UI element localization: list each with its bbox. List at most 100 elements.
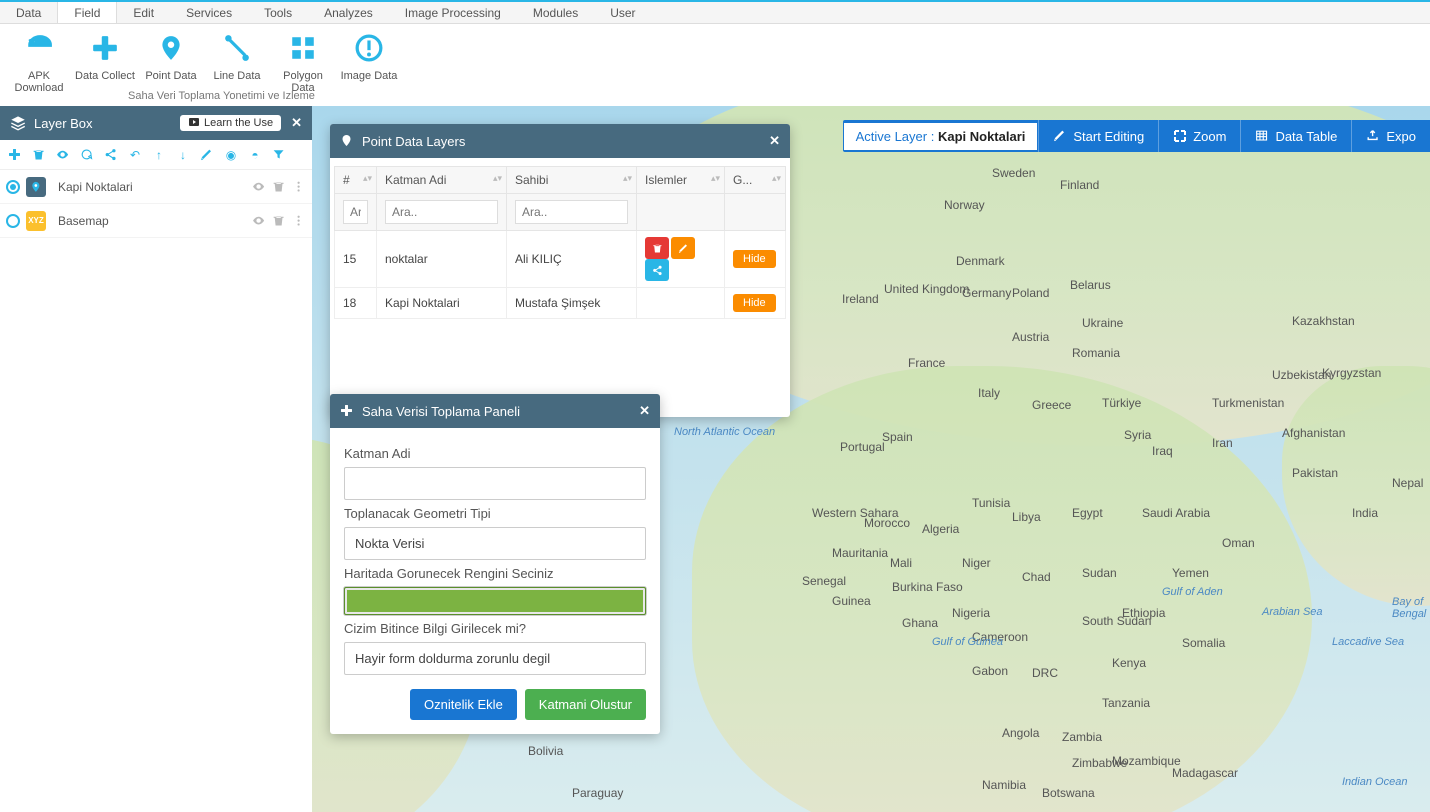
- delete-row-button[interactable]: [645, 237, 669, 259]
- geom-select[interactable]: Nokta Verisi: [344, 527, 646, 560]
- point-data-header: Point Data Layers ✕: [330, 124, 790, 158]
- water-label: Indian Ocean: [1342, 776, 1407, 788]
- tool-image-data[interactable]: Image Data: [338, 30, 400, 82]
- tool-data-collect[interactable]: Data Collect: [74, 30, 136, 82]
- style-icon[interactable]: ◉: [220, 144, 242, 166]
- tool-label: Point Data: [140, 70, 202, 82]
- hide-button[interactable]: Hide: [733, 294, 776, 312]
- menu-edit[interactable]: Edit: [117, 2, 170, 23]
- color-picker[interactable]: [344, 587, 646, 615]
- menu-services[interactable]: Services: [170, 2, 248, 23]
- table-row: 15noktalarAli KILIÇHide: [335, 231, 786, 288]
- edit-row-button[interactable]: [671, 237, 695, 259]
- active-layer-label: Active Layer :: [856, 129, 935, 144]
- start-editing-label: Start Editing: [1073, 129, 1144, 144]
- hide-button[interactable]: Hide: [733, 250, 776, 268]
- pin-icon: [340, 134, 354, 148]
- geom-label: Toplanacak Geometri Tipi: [344, 506, 646, 521]
- tool-polygon-data[interactable]: Polygon Data: [272, 30, 334, 94]
- share-row-button[interactable]: [645, 259, 669, 281]
- cell-num: 15: [335, 231, 377, 288]
- menu-field[interactable]: Field: [57, 2, 117, 23]
- edit-icon[interactable]: [196, 144, 218, 166]
- col-num[interactable]: #▴▾: [335, 167, 377, 194]
- menu-user[interactable]: User: [594, 2, 651, 23]
- layer-row-kapi-noktalari[interactable]: Kapi Noktalari: [0, 170, 312, 204]
- katman-label: Katman Adi: [344, 446, 646, 461]
- learn-label: Learn the Use: [204, 117, 273, 129]
- dots-icon[interactable]: [292, 180, 306, 194]
- layer-thumb-icon: XYZ: [26, 211, 46, 231]
- cell-hide: Hide: [725, 288, 786, 319]
- zoom-button[interactable]: Zoom: [1158, 120, 1240, 152]
- learn-the-use-button[interactable]: Learn the Use: [180, 115, 281, 131]
- close-icon[interactable]: ✕: [769, 133, 780, 149]
- search-num[interactable]: [343, 200, 368, 224]
- point-data-layers-panel: Point Data Layers ✕ #▴▾ Katman Adi▴▾ Sah…: [330, 124, 790, 417]
- layer-name: Kapi Noktalari: [58, 180, 246, 194]
- cizim-select[interactable]: Hayir form doldurma zorunlu degil: [344, 642, 646, 675]
- line-icon: [206, 30, 268, 66]
- up-icon[interactable]: ↑: [148, 144, 170, 166]
- delete-icon[interactable]: [28, 144, 50, 166]
- menu-data[interactable]: Data: [0, 2, 57, 23]
- active-layer-indicator: Active Layer : Kapi Noktalari: [843, 122, 1039, 151]
- katmani-olustur-button[interactable]: Katmani Olustur: [525, 689, 646, 720]
- saha-verisi-header: Saha Verisi Toplama Paneli ✕: [330, 394, 660, 428]
- search-sahibi[interactable]: [515, 200, 628, 224]
- col-islemler[interactable]: Islemler▴▾: [637, 167, 725, 194]
- katman-input[interactable]: [344, 467, 646, 500]
- tool-label: Image Data: [338, 70, 400, 82]
- dots-icon[interactable]: [292, 214, 306, 228]
- export-button[interactable]: Expo: [1351, 120, 1430, 152]
- menu-image-processing[interactable]: Image Processing: [389, 2, 517, 23]
- export-label: Expo: [1386, 129, 1416, 144]
- visible-icon[interactable]: [52, 144, 74, 166]
- table-row: 18Kapi NoktalariMustafa ŞimşekHide: [335, 288, 786, 319]
- menubar: DataFieldEditServicesToolsAnalyzesImage …: [0, 0, 1430, 24]
- down-icon[interactable]: ↓: [172, 144, 194, 166]
- col-g[interactable]: G...▴▾: [725, 167, 786, 194]
- data-table-label: Data Table: [1275, 129, 1337, 144]
- col-sahibi[interactable]: Sahibi▴▾: [507, 167, 637, 194]
- layer-row-basemap[interactable]: XYZ Basemap: [0, 204, 312, 238]
- layer-radio[interactable]: [6, 214, 20, 228]
- layer-box-panel: Layer Box Learn the Use ✕ ↶ ↑ ↓ ◉ ◓ Kapi…: [0, 106, 312, 238]
- tool-line-data[interactable]: Line Data: [206, 30, 268, 82]
- grid-icon: [272, 30, 334, 66]
- oznitelik-ekle-button[interactable]: Oznitelik Ekle: [410, 689, 517, 720]
- tool-label: Line Data: [206, 70, 268, 82]
- refresh-icon[interactable]: [76, 144, 98, 166]
- tool-apk-download[interactable]: APK Download: [8, 30, 70, 94]
- active-layer-value: Kapi Noktalari: [938, 129, 1025, 144]
- plus-icon: [74, 30, 136, 66]
- tool-point-data[interactable]: Point Data: [140, 30, 202, 82]
- point-data-table: #▴▾ Katman Adi▴▾ Sahibi▴▾ Islemler▴▾ G..…: [334, 166, 786, 319]
- trash-icon[interactable]: [272, 214, 286, 228]
- layer-radio[interactable]: [6, 180, 20, 194]
- close-icon[interactable]: ✕: [291, 115, 302, 131]
- tool-label: Data Collect: [74, 70, 136, 82]
- filter-icon[interactable]: [268, 144, 290, 166]
- menu-analyzes[interactable]: Analyzes: [308, 2, 389, 23]
- layer-thumb-icon: [26, 177, 46, 197]
- close-icon[interactable]: ✕: [639, 403, 650, 419]
- trash-icon[interactable]: [272, 180, 286, 194]
- eye-icon[interactable]: [252, 180, 266, 194]
- country-label: Bolivia: [528, 744, 563, 758]
- layer-name: Basemap: [58, 214, 246, 228]
- undo-icon[interactable]: ↶: [124, 144, 146, 166]
- start-editing-button[interactable]: Start Editing: [1038, 120, 1158, 152]
- data-table-button[interactable]: Data Table: [1240, 120, 1351, 152]
- cell-katman: Kapi Noktalari: [377, 288, 507, 319]
- search-katman[interactable]: [385, 200, 498, 224]
- col-katman[interactable]: Katman Adi▴▾: [377, 167, 507, 194]
- cell-sahibi: Ali KILIÇ: [507, 231, 637, 288]
- saha-verisi-title: Saha Verisi Toplama Paneli: [362, 404, 520, 419]
- share-icon[interactable]: [100, 144, 122, 166]
- add-icon[interactable]: [4, 144, 26, 166]
- menu-modules[interactable]: Modules: [517, 2, 594, 23]
- eye-icon[interactable]: [252, 214, 266, 228]
- paint-icon[interactable]: ◓: [244, 144, 266, 166]
- menu-tools[interactable]: Tools: [248, 2, 308, 23]
